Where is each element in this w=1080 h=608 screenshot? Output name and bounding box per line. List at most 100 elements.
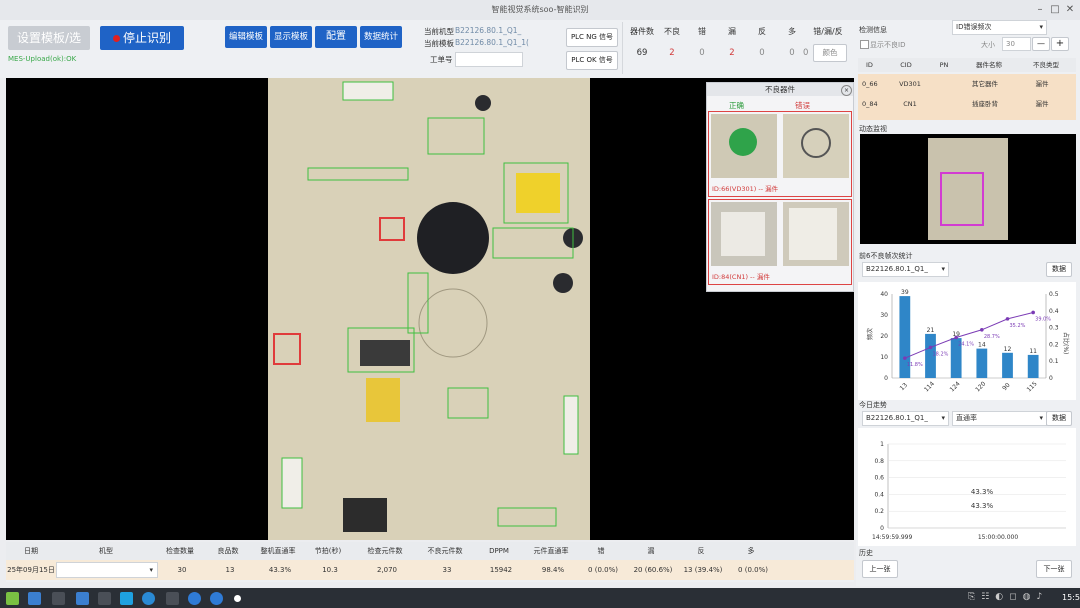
table-row[interactable]: 0_66 VD301 其它器件 漏件 xyxy=(858,74,1076,94)
y-tick-label: 30 xyxy=(880,312,888,319)
socket-white-icon xyxy=(789,208,837,260)
remote-icon[interactable] xyxy=(142,592,155,605)
top6-model-value: B22126.80.1_Q1_ xyxy=(866,265,928,273)
stats-header-cell: 整机直通率 xyxy=(260,547,296,555)
column-header: PN xyxy=(939,61,949,69)
terminal-icon[interactable] xyxy=(166,592,179,605)
table-cell xyxy=(930,94,958,114)
y-tick-label: 0.8 xyxy=(874,458,884,465)
plc-ng-button[interactable]: PLC NG 信号 xyxy=(566,28,618,47)
config-button[interactable]: 配置 xyxy=(315,26,357,48)
browser-icon[interactable] xyxy=(210,592,223,605)
table-cell: 漏件 xyxy=(1035,80,1049,88)
popup-close-icon[interactable]: × xyxy=(841,85,852,96)
inductor-yellow xyxy=(366,378,400,422)
chevron-down-icon: ▾ xyxy=(1039,414,1043,422)
color-button[interactable]: 颜色 xyxy=(813,44,847,62)
counter-value: 69 xyxy=(636,48,648,58)
y2-tick-label: 0.3 xyxy=(1049,325,1059,332)
stats-value-cell: 98.4% xyxy=(541,566,565,574)
y2-tick-label: 0.2 xyxy=(1049,341,1059,348)
browser-icon[interactable] xyxy=(188,592,201,605)
pareto-label: 24.1% xyxy=(958,342,974,348)
x-tick-label: 14:59:59.999 xyxy=(872,534,912,541)
top6-chart: 01020304000.10.20.30.40.5频次 占比(%)39132111… xyxy=(858,282,1076,400)
stop-indicator-icon xyxy=(112,35,120,42)
terminal-icon[interactable] xyxy=(52,592,65,605)
terminal-icon[interactable] xyxy=(98,592,111,605)
y-tick-label: 10 xyxy=(880,354,888,361)
show-bad-checkbox[interactable] xyxy=(860,40,869,49)
prev-button[interactable]: 上一张 xyxy=(862,560,898,578)
today-trend-title: 今日走势 xyxy=(859,401,887,409)
right-panel: 检测信息 显示不良ID 大小 30 — + ID CID PN 器件名称 不良类… xyxy=(856,20,1080,586)
table-cell: 其它器件 xyxy=(972,80,998,88)
y-tick-label: 0.4 xyxy=(874,491,884,498)
size-minus-button[interactable]: — xyxy=(1032,37,1050,51)
stop-recognition-button[interactable]: 停止识别 xyxy=(100,26,184,50)
popup-wrong-label: 错误 xyxy=(795,101,810,110)
counter-headers: 器件数 不良 错 漏 反 多 错/漏/反 xyxy=(627,26,853,37)
size-plus-button[interactable]: + xyxy=(1051,37,1069,51)
counter-header: 器件数 xyxy=(630,27,654,36)
minimize-icon[interactable]: – xyxy=(1034,4,1046,16)
pareto-label: 18.2% xyxy=(933,351,949,357)
top6-data-button[interactable]: 数据 xyxy=(1046,262,1072,277)
plc-ok-button[interactable]: PLC OK 信号 xyxy=(566,51,618,70)
defect-item-2[interactable]: ID:84(CN1) -- 漏件 xyxy=(708,199,852,285)
start-menu-icon[interactable] xyxy=(6,592,19,605)
stats-value-cell: 2,070 xyxy=(376,566,398,574)
defect-item-2-label: ID:84(CN1) -- 漏件 xyxy=(712,273,770,281)
y-tick-label: 0.2 xyxy=(874,508,884,515)
app-icon[interactable] xyxy=(120,592,133,605)
top6-model-select[interactable]: B22126.80.1_Q1_ ▾ xyxy=(862,262,949,277)
size-input[interactable]: 30 xyxy=(1002,37,1031,51)
desktop-icon[interactable] xyxy=(28,592,41,605)
stats-header-cell: 不良元件数 xyxy=(427,547,463,555)
history-title: 历史 xyxy=(859,549,873,557)
stats-header-cell: 节拍(秒) xyxy=(314,547,342,555)
app-dot-icon[interactable] xyxy=(234,595,241,602)
y2-tick-label: 0.5 xyxy=(1049,291,1059,298)
stats-header-cell: DPPM xyxy=(489,547,509,555)
defect-item-1-label: ID:66(VD301) -- 漏件 xyxy=(712,185,779,193)
transformer-yellow xyxy=(516,173,560,213)
counter-header: 多 xyxy=(788,27,796,36)
today-data-button[interactable]: 数据 xyxy=(1046,411,1072,426)
show-template-button[interactable]: 显示模板 xyxy=(270,26,312,48)
counter-header: 错/漏/反 xyxy=(813,27,843,36)
edit-template-button[interactable]: 编辑模板 xyxy=(225,26,267,48)
table-row[interactable]: 0_84 CN1 插座卧背 漏件 xyxy=(858,94,1076,114)
today-mode-select[interactable]: 直通率 ▾ xyxy=(952,411,1047,426)
popup-title: 不良器件 xyxy=(707,83,853,96)
y2-tick-label: 0.1 xyxy=(1049,358,1059,365)
table-cell: 0_84 xyxy=(862,100,878,108)
value-label: 43.3% xyxy=(971,502,994,510)
today-model-select[interactable]: B22126.80.1_Q1_ ▾ xyxy=(862,411,949,426)
pareto-label: 11.8% xyxy=(907,362,923,368)
set-template-button[interactable]: 设置模板/选 xyxy=(8,26,90,50)
top6-mode-select[interactable]: ID错误频次 ▾ xyxy=(952,20,1047,35)
defect-item-1[interactable]: ID:66(VD301) -- 漏件 xyxy=(708,111,852,197)
model-select[interactable]: ▾ xyxy=(56,562,158,578)
next-button[interactable]: 下一张 xyxy=(1036,560,1072,578)
tray-icons[interactable]: ⎘☷◐◻◍♪ xyxy=(968,592,1048,602)
close-icon[interactable]: ✕ xyxy=(1064,4,1076,16)
data-stats-button[interactable]: 数据统计 xyxy=(360,26,402,48)
folder-icon[interactable] xyxy=(76,592,89,605)
pareto-point xyxy=(903,356,907,360)
bar-value-label: 39 xyxy=(901,289,909,296)
column-header: ID xyxy=(866,61,873,69)
mes-status: MES-Upload(ok):OK xyxy=(8,55,77,63)
led-green-icon xyxy=(729,128,757,156)
stats-table: 日期 机型 检查数量 良品数 整机直通率 节拍(秒) 检查元件数 不良元件数 DPPM 元件直通率… xyxy=(6,542,854,582)
y2-axis-label: 占比(%) xyxy=(1062,332,1070,354)
stats-header-cell: 元件直通率 xyxy=(533,547,569,555)
stats-value-cell: 13 xyxy=(225,566,235,574)
y2-tick-label: 0.4 xyxy=(1049,308,1059,315)
bar xyxy=(1002,352,1013,378)
stats-header-cell: 检查元件数 xyxy=(367,547,403,555)
work-order-input[interactable] xyxy=(455,52,523,67)
maximize-icon[interactable]: □ xyxy=(1049,4,1061,16)
defect-popup: 不良器件 × 正确 错误 ID:66(VD301) -- 漏件 ID:84(CN… xyxy=(706,82,854,292)
